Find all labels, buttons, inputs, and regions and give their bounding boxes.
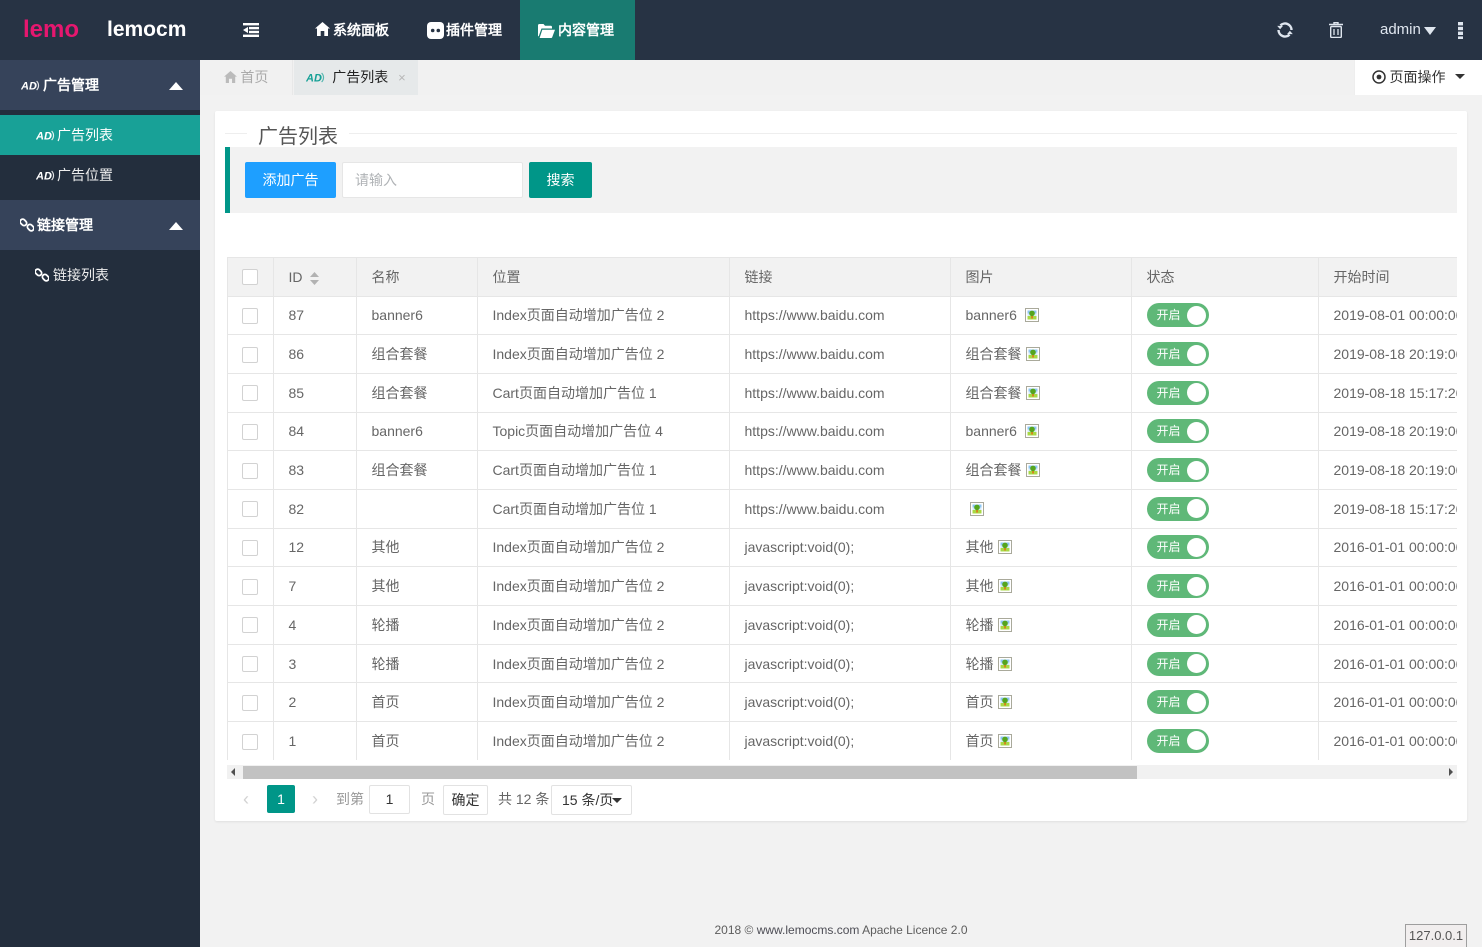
svg-text:AD: AD [36, 131, 52, 143]
svg-text:AD: AD [21, 81, 37, 93]
svg-text:AD: AD [306, 73, 322, 85]
svg-text:AD: AD [36, 171, 52, 183]
